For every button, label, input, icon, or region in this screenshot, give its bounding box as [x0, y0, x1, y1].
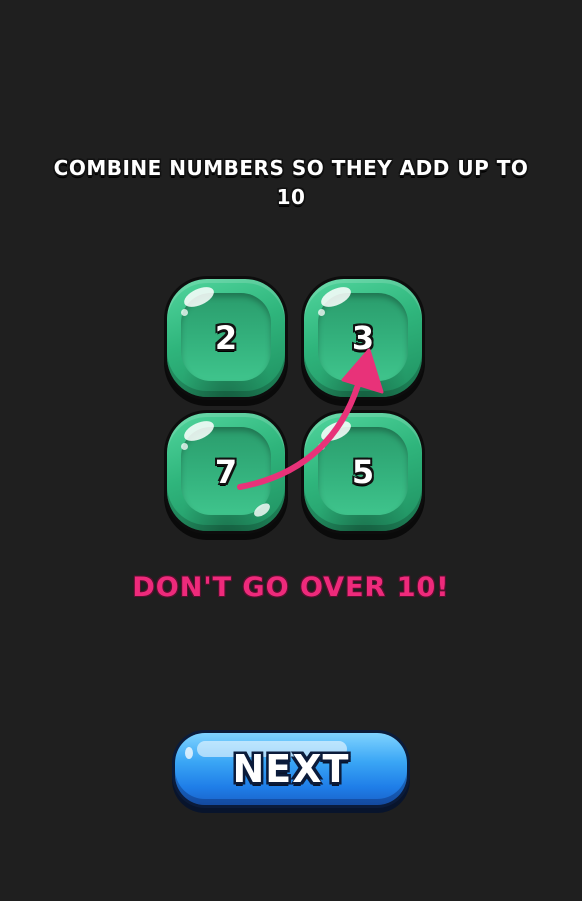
number-tile-5[interactable]: 5: [304, 413, 422, 531]
tile-number: 3: [351, 319, 375, 357]
next-button-label: NEXT: [232, 747, 350, 791]
instruction-text: COMBINE NUMBERS SO THEY ADD UP TO 10: [53, 156, 529, 209]
number-tile-2[interactable]: 2: [167, 279, 285, 397]
tutorial-screen: COMBINE NUMBERS SO THEY ADD UP TO 10 2 3…: [0, 0, 582, 901]
tile-number: 7: [214, 453, 238, 491]
warning-text: DON'T GO OVER 10!: [132, 572, 450, 603]
number-tile-7[interactable]: 7: [167, 413, 285, 531]
tile-number: 2: [214, 319, 238, 357]
next-button[interactable]: NEXT: [175, 733, 407, 805]
number-tile-3[interactable]: 3: [304, 279, 422, 397]
tile-number: 5: [351, 453, 375, 491]
